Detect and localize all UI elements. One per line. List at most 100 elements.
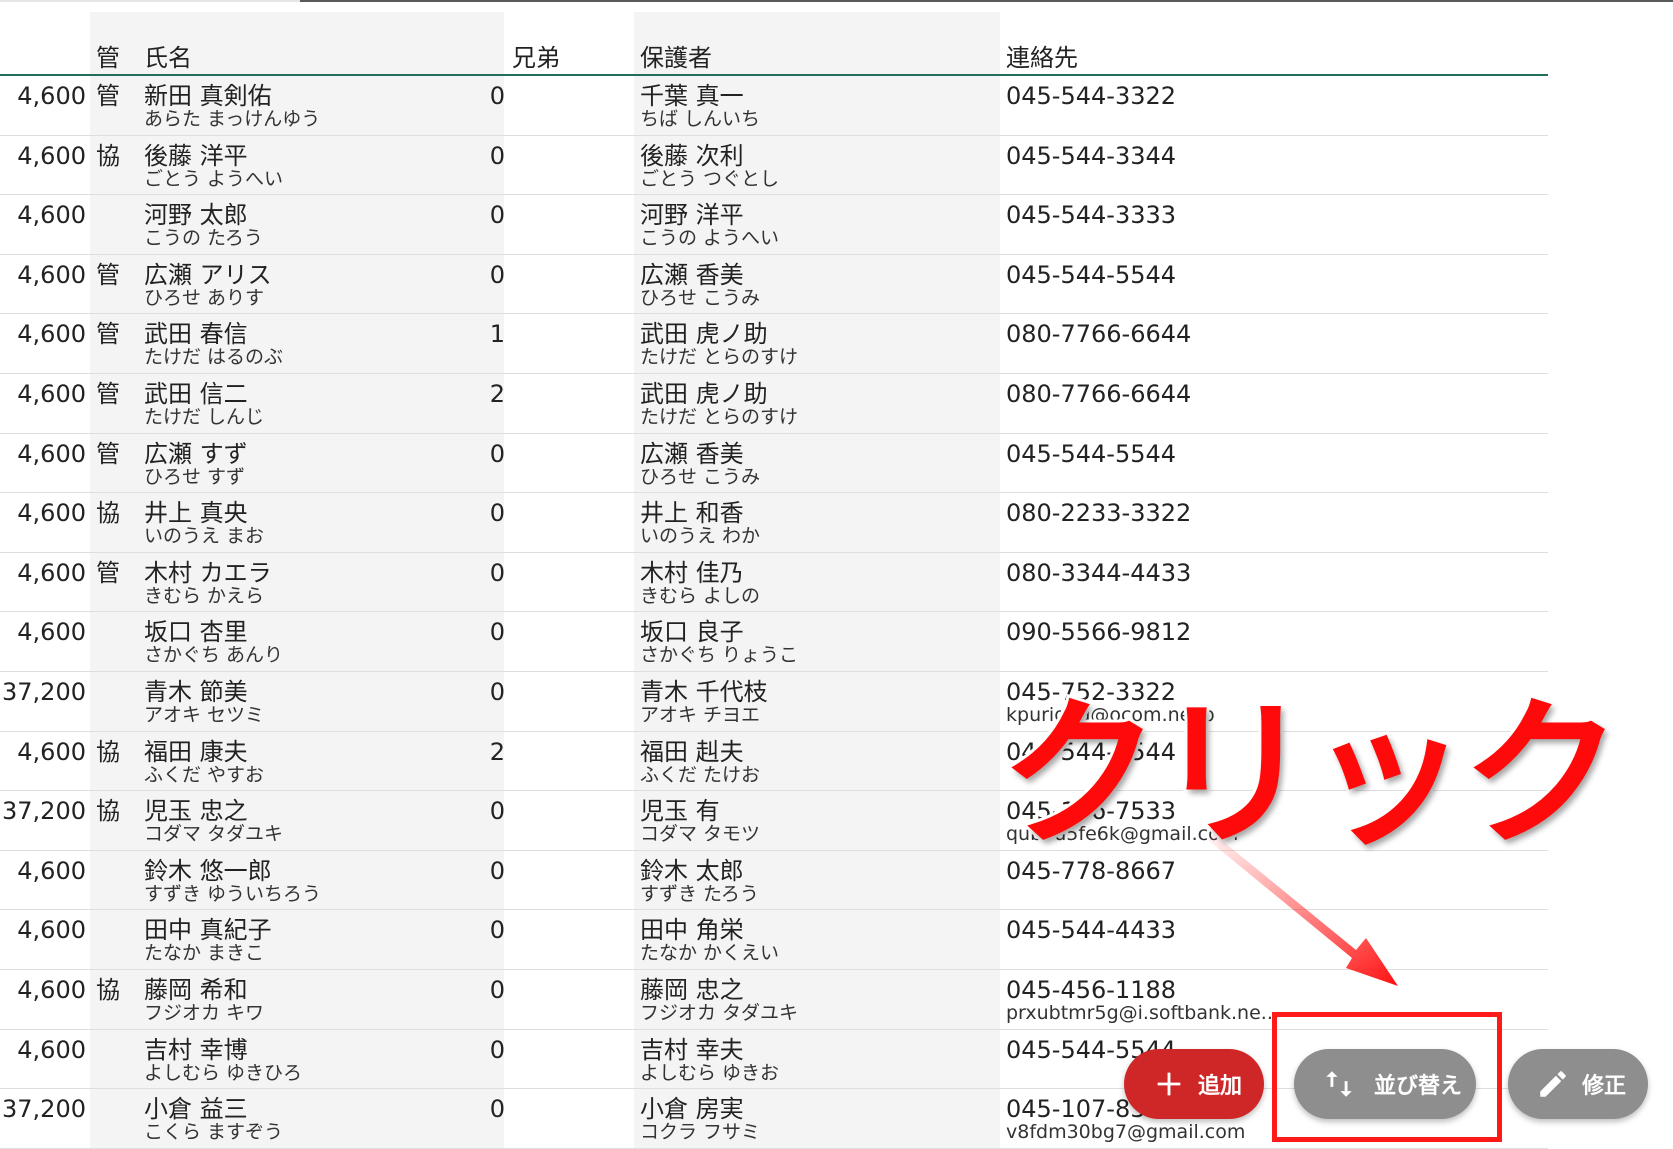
guardian-cell: 坂口 良子 [640,618,744,647]
table-row[interactable]: 4,600 協後藤 洋平 ごとう ようへい 0 後藤 次利 ごとう つぐとし 045-544… [0,136,1548,196]
sibling-cell: 0 [489,1035,505,1064]
fee-cell: 4,600 [17,499,86,528]
mgmt-cell: 管 [96,558,120,587]
fee-cell: 37,200 [2,1095,86,1124]
mgmt-cell: 協 [96,499,120,528]
fee-cell: 4,600 [17,1035,86,1064]
guardian-kana-cell: フジオカ タダユキ [640,1001,799,1024]
guardian-cell: 後藤 次利 [640,141,744,170]
fee-cell: 4,600 [17,320,86,349]
guardian-kana-cell: よしむら ゆきお [640,1061,780,1084]
name-kana-cell: きむら かえら [144,584,265,607]
name-kana-cell: ひろせ すず [144,465,246,488]
sibling-cell: 2 [489,737,505,766]
guardian-kana-cell: きむら よしの [640,584,761,607]
name-cell: 新田 真剣佑 [144,82,272,110]
mgmt-cell: 管 [96,260,120,289]
header-mgmt[interactable]: 管 [96,38,120,73]
top-divider [300,0,1673,2]
mgmt-cell: 管 [96,379,120,408]
add-button[interactable]: 追加 [1124,1049,1264,1119]
plus-icon [1157,1072,1181,1096]
name-cell: 小倉 益三 [144,1095,248,1124]
guardian-cell: 広瀬 香美 [640,439,744,468]
fee-cell: 37,200 [2,797,86,826]
sibling-cell: 2 [489,379,505,408]
fee-cell: 4,600 [17,558,86,587]
name-cell: 児玉 忠之 [144,797,248,826]
table-header: 管 氏名 兄弟 保護者 連絡先 [0,12,1548,76]
phone-cell: 045-456-1188 [1006,975,1177,1004]
guardian-cell: 鈴木 太郎 [640,856,744,885]
name-cell: 青木 節美 [144,677,248,706]
fee-cell: 4,600 [17,141,86,170]
name-cell: 河野 太郎 [144,201,248,230]
email-cell: prxubtmr5g@i.softbank.ne.. [1006,1001,1273,1024]
name-cell: 武田 信二 [144,379,248,408]
table-row[interactable]: 4,600 田中 真紀子 たなか まきこ 0 田中 角栄 たなか かくえい 045-544-… [0,910,1548,970]
name-kana-cell: よしむら ゆきひろ [144,1061,303,1084]
mgmt-cell: 協 [96,141,120,170]
mgmt-cell: 協 [96,975,120,1004]
table-body: 4,600 管新田 真剣佑 あらた まっけんゆう 0 千葉 真一 ちば しんいち 045-5… [0,76,1548,1149]
guardian-cell: 福田 赳夫 [640,737,744,766]
guardian-cell: 田中 角栄 [640,916,744,945]
fee-cell: 37,200 [2,677,86,706]
table-row[interactable]: 4,600 管木村 カエラ きむら かえら 0 木村 佳乃 きむら よしの 080-3344… [0,553,1548,613]
table-row[interactable]: 4,600 河野 太郎 こうの たろう 0 河野 洋平 こうの ようへい 045-544-3… [0,195,1548,255]
name-cell: 木村 カエラ [144,558,272,587]
name-kana-cell: すずき ゆういちろう [144,882,322,905]
mgmt-cell: 管 [96,82,120,110]
name-kana-cell: あらた まっけんゆう [144,108,321,130]
sibling-cell: 0 [489,797,505,826]
guardian-kana-cell: たけだ とらのすけ [640,405,799,428]
table-row[interactable]: 4,600 管武田 信二 たけだ しんじ 2 武田 虎ノ助 たけだ とらのすけ 080-77… [0,374,1548,434]
guardian-kana-cell: ひろせ こうみ [640,286,761,309]
name-cell: 後藤 洋平 [144,141,248,170]
mgmt-cell: 協 [96,797,120,826]
guardian-cell: 小倉 房実 [640,1095,744,1124]
table-row[interactable]: 4,600 管武田 春信 たけだ はるのぶ 1 武田 虎ノ助 たけだ とらのすけ 080-7… [0,314,1548,374]
table-row[interactable]: 4,600 管広瀬 すず ひろせ すず 0 広瀬 香美 ひろせ こうみ 045-544-55… [0,434,1548,494]
guardian-kana-cell: ひろせ こうみ [640,465,761,488]
name-cell: 武田 春信 [144,320,248,349]
guardian-kana-cell: アオキ チヨエ [640,703,761,726]
table-row[interactable]: 4,600 管広瀬 アリス ひろせ ありす 0 広瀬 香美 ひろせ こうみ 045-544-… [0,255,1548,315]
guardian-kana-cell: すずき たろう [640,882,759,905]
fee-cell: 4,600 [17,618,86,647]
name-kana-cell: たけだ しんじ [144,405,265,428]
header-sibling[interactable]: 兄弟 [512,38,560,73]
name-cell: 井上 真央 [144,499,248,528]
name-kana-cell: アオキ セツミ [144,703,265,726]
phone-cell: 045-544-3344 [1006,141,1177,170]
header-contact[interactable]: 連絡先 [1006,38,1078,73]
header-name[interactable]: 氏名 [144,38,192,73]
table-row[interactable]: 4,600 管新田 真剣佑 あらた まっけんゆう 0 千葉 真一 ちば しんいち 045-5… [0,76,1548,136]
phone-cell: 080-7766-6644 [1006,320,1192,349]
guardian-cell: 木村 佳乃 [640,558,744,587]
name-kana-cell: たなか まきこ [144,942,265,965]
name-cell: 福田 康夫 [144,737,248,766]
sibling-cell: 0 [489,82,505,110]
guardian-kana-cell: たなか かくえい [640,942,780,965]
name-kana-cell: コダマ タダユキ [144,823,284,846]
sibling-cell: 0 [489,618,505,647]
table-row[interactable]: 4,600 協井上 真央 いのうえ まお 0 井上 和香 いのうえ わか 080-2233-… [0,493,1548,553]
sibling-cell: 0 [489,856,505,885]
guardian-cell: 井上 和香 [640,499,744,528]
name-cell: 藤岡 希和 [144,975,248,1004]
sibling-cell: 0 [489,439,505,468]
edit-button[interactable]: 修正 [1508,1049,1648,1119]
phone-cell: 045-544-4433 [1006,916,1177,945]
sibling-cell: 0 [489,201,505,230]
fee-cell: 4,600 [17,439,86,468]
sibling-cell: 0 [489,499,505,528]
name-kana-cell: さかぐち あんり [144,644,284,667]
guardian-kana-cell: コクラ フサミ [640,1121,761,1144]
phone-cell: 045-544-5544 [1006,260,1177,289]
mgmt-cell: 協 [96,737,120,766]
guardian-kana-cell: こうの ようへい [640,227,780,250]
name-cell: 鈴木 悠一郎 [144,856,272,885]
guardian-kana-cell: いのうえ わか [640,525,761,548]
header-guardian[interactable]: 保護者 [640,38,712,73]
